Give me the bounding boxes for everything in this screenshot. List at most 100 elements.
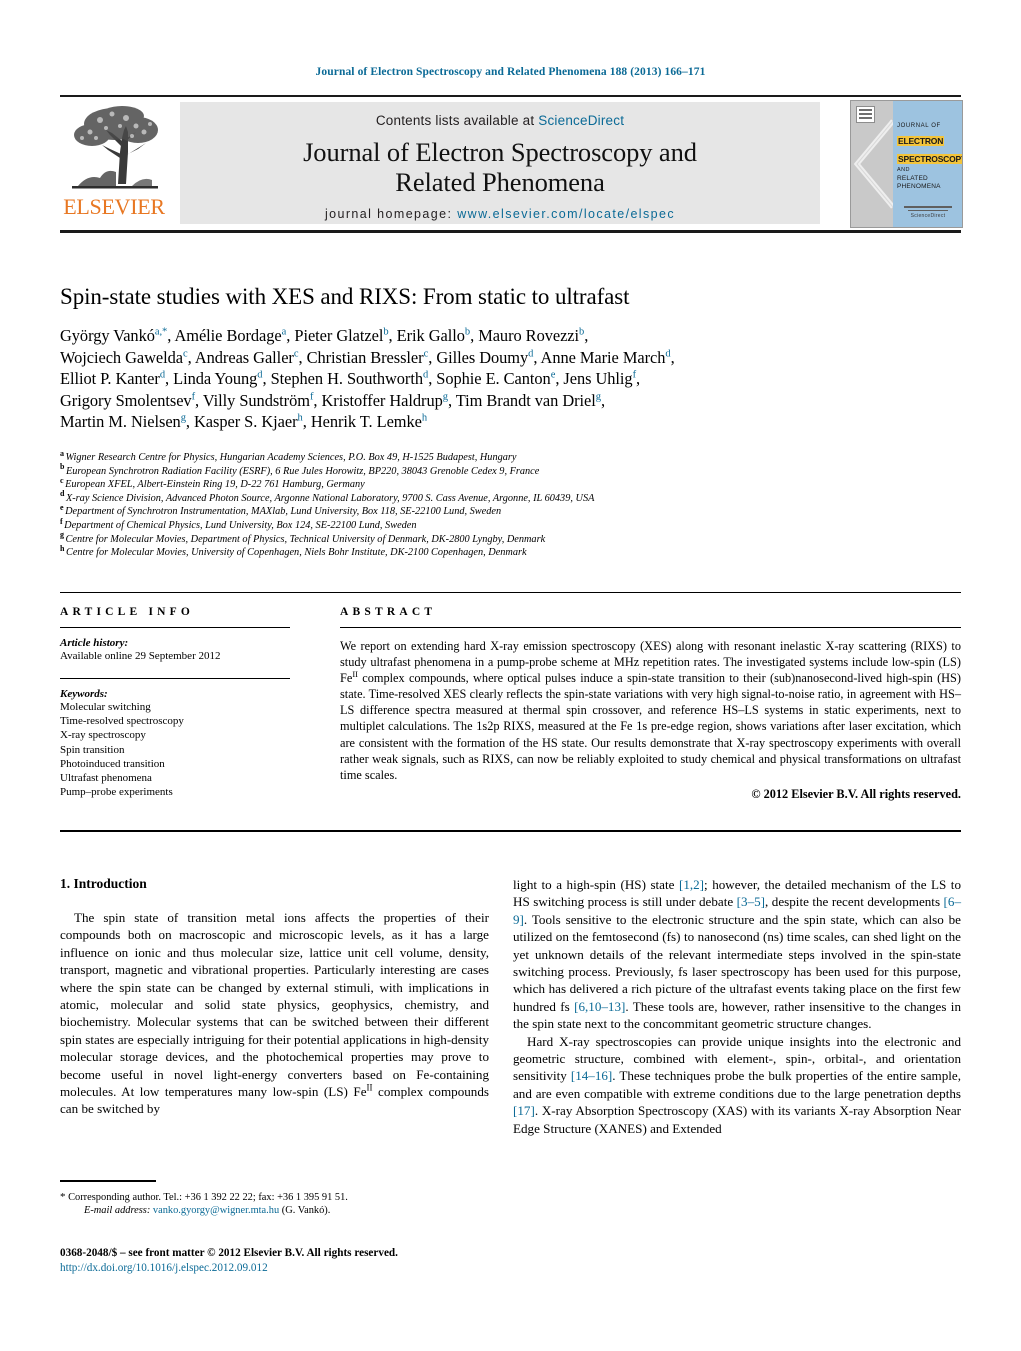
author-affiliation-marker[interactable]: h: [298, 413, 303, 424]
cover-footer-rule-2: [908, 209, 948, 211]
author-affiliation-marker[interactable]: a: [282, 327, 287, 338]
author-affiliation-marker[interactable]: a,*: [155, 327, 167, 338]
article-info-divider-2: [60, 678, 290, 679]
affiliation-text: European XFEL, Albert-Einstein Ring 19, …: [65, 479, 365, 491]
footnote-email-line: E-mail address: vanko.gyorgy@wigner.mta.…: [60, 1204, 489, 1217]
affiliation-item: c European XFEL, Albert-Einstein Ring 19,…: [60, 475, 961, 492]
author-name: Sophie E. Canton: [436, 369, 551, 389]
author-affiliation-marker[interactable]: f: [310, 391, 314, 403]
journal-title: Journal of Electron Spectroscopy and Rel…: [180, 137, 820, 197]
cover-footer-text: ScienceDirect: [910, 213, 946, 219]
affiliation-item: f Department of Chemical Physics, Lund Un…: [60, 517, 961, 533]
citation-3-5[interactable]: [3–5]: [737, 894, 765, 909]
keyword-item: Ultrafast phenomena: [60, 772, 152, 785]
author-affiliation-marker[interactable]: b: [579, 327, 584, 338]
author-affiliation-marker[interactable]: g: [596, 391, 601, 403]
cover-badge-icon: [856, 106, 875, 123]
article-page: Journal of Electron Spectroscopy and Rel…: [0, 0, 1021, 1351]
affiliation-marker: b: [60, 462, 65, 472]
running-head: Journal of Electron Spectroscopy and Rel…: [315, 66, 706, 78]
author-name: Stephen H. Southworth: [270, 369, 423, 389]
abstract-part-2: complex compounds, where optical pulses …: [340, 671, 961, 782]
affiliation-text: Department of Synchrotron Instrumentatio…: [65, 506, 502, 518]
sciencedirect-link[interactable]: ScienceDirect: [538, 113, 624, 128]
author-name: Anne Marie March: [540, 347, 666, 367]
journal-title-line-2: Related Phenomena: [395, 167, 605, 197]
author-affiliation-marker[interactable]: b: [383, 327, 388, 338]
author-affiliation-marker[interactable]: d: [665, 348, 670, 359]
author-affiliation-marker[interactable]: g: [443, 391, 448, 403]
footnote-email-link[interactable]: vanko.gyorgy@wigner.mta.hu: [153, 1205, 279, 1216]
author-affiliation-marker[interactable]: b: [465, 327, 470, 338]
affiliation-marker: c: [60, 475, 64, 485]
doi-link[interactable]: http://dx.doi.org/10.1016/j.elspec.2012.…: [60, 1261, 520, 1276]
abstract-heading: ABSTRACT: [340, 606, 437, 618]
author-affiliation-marker[interactable]: f: [633, 370, 637, 381]
right-p2-c: . X-ray Absorption Spectroscopy (XAS) wi…: [513, 1103, 961, 1136]
author-affiliation-marker[interactable]: d: [528, 348, 533, 359]
author-affiliation-marker[interactable]: d: [257, 370, 262, 381]
abstract-bottom-rule: [60, 830, 961, 832]
keyword-item: Photoinduced transition: [60, 757, 165, 770]
keyword-list: Molecular switching Time-resolved spectro…: [60, 700, 290, 799]
elsevier-tree-icon: [62, 102, 166, 194]
article-info-heading: ARTICLE INFO: [60, 606, 195, 618]
author-affiliation-marker[interactable]: c: [424, 348, 429, 359]
elsevier-wordmark: ELSEVIER: [63, 194, 165, 219]
citation-1-2[interactable]: [1,2]: [679, 877, 704, 892]
footnote-corresponding-text: Corresponding author. Tel.: +36 1 392 22…: [65, 1191, 348, 1203]
author-name: Christian Bressler: [306, 347, 424, 367]
affiliation-text: Wigner Research Centre for Physics, Hung…: [65, 452, 517, 463]
citation-17[interactable]: [17]: [513, 1103, 535, 1118]
intro-paragraph-right-2: Hard X-ray spectroscopies can provide un…: [513, 1033, 961, 1137]
journal-cover-thumbnail[interactable]: JOURNAL OF ELECTRON SPECTROSCOPY AND REL…: [850, 100, 963, 228]
affiliation-item: h Centre for Molecular Movies, University…: [60, 544, 961, 560]
journal-masthead: ELSEVIER Contents lists available at Sci…: [60, 96, 963, 228]
author-affiliation-marker[interactable]: h: [422, 413, 427, 424]
cover-line-1: JOURNAL OF: [897, 123, 941, 129]
citation-14-16[interactable]: [14–16]: [571, 1068, 612, 1083]
author-name: Andreas Galler: [194, 347, 294, 367]
page-title: Spin-state studies with XES and RIXS: Fr…: [60, 284, 630, 309]
author-affiliation-marker[interactable]: c: [294, 348, 299, 359]
right-p1-a: light to a high-spin (HS) state: [513, 877, 679, 892]
abstract-divider: [340, 627, 961, 628]
author-affiliation-marker[interactable]: e: [551, 370, 556, 381]
affiliation-item: g Centre for Molecular Movies, Department…: [60, 531, 961, 547]
cover-footer-rule-1: [904, 206, 952, 208]
author-affiliation-marker[interactable]: c: [183, 348, 188, 359]
abstract-text: We report on extending hard X-ray emissi…: [340, 638, 961, 783]
author-name: György Vankó: [60, 326, 155, 345]
footnote-rule: [60, 1180, 156, 1182]
affiliation-item: d X-ray Science Division, Advanced Photon…: [60, 490, 961, 506]
affiliation-text: Centre for Molecular Movies, University …: [65, 547, 527, 559]
intro-left-a: The spin state of transition metal ions …: [60, 910, 489, 1100]
body-column-right: light to a high-spin (HS) state [1,2]; h…: [513, 876, 961, 1137]
author-affiliation-marker[interactable]: g: [181, 413, 186, 424]
affiliation-text: X-ray Science Division, Advanced Photon …: [65, 492, 595, 504]
author-name: Erik Gallo: [396, 326, 465, 345]
keyword-item: X-ray spectroscopy: [60, 729, 146, 742]
journal-title-line-1: Journal of Electron Spectroscopy and: [303, 137, 697, 167]
footnote-email-label: E-mail address:: [84, 1204, 151, 1216]
author-name: Pieter Glatzel: [294, 326, 384, 345]
author-name: Martin M. Nielsen: [60, 412, 181, 432]
journal-homepage-link[interactable]: www.elsevier.com/locate/elspec: [457, 207, 675, 221]
author-affiliation-marker[interactable]: f: [192, 391, 196, 403]
footnote-corresponding-line: * Corresponding author. Tel.: +36 1 392 …: [60, 1191, 489, 1204]
contents-line: Contents lists available at ScienceDirec…: [180, 113, 820, 128]
footer-block: 0368-2048/$ – see front matter © 2012 El…: [60, 1246, 520, 1275]
issn-copyright-line: 0368-2048/$ – see front matter © 2012 El…: [60, 1247, 398, 1259]
intro-paragraph-right-1: light to a high-spin (HS) state [1,2]; h…: [513, 876, 961, 1033]
affiliation-text: European Synchrotron Radiation Facility …: [65, 465, 540, 477]
author-affiliation-marker[interactable]: d: [423, 370, 428, 381]
article-history-value: Available online 29 September 2012: [60, 650, 221, 662]
abstract-column: ABSTRACT We report on extending hard X-r…: [340, 606, 961, 802]
author-affiliation-marker[interactable]: d: [160, 370, 165, 381]
citation-6-10-13[interactable]: [6,10–13]: [574, 999, 625, 1014]
keyword-item: Time-resolved spectroscopy: [60, 715, 184, 728]
elsevier-logo: ELSEVIER: [60, 102, 168, 224]
author-name: Jens Uhlig: [563, 369, 633, 389]
abstract-copyright: © 2012 Elsevier B.V. All rights reserved…: [751, 786, 961, 801]
affiliation-marker: e: [60, 502, 64, 512]
